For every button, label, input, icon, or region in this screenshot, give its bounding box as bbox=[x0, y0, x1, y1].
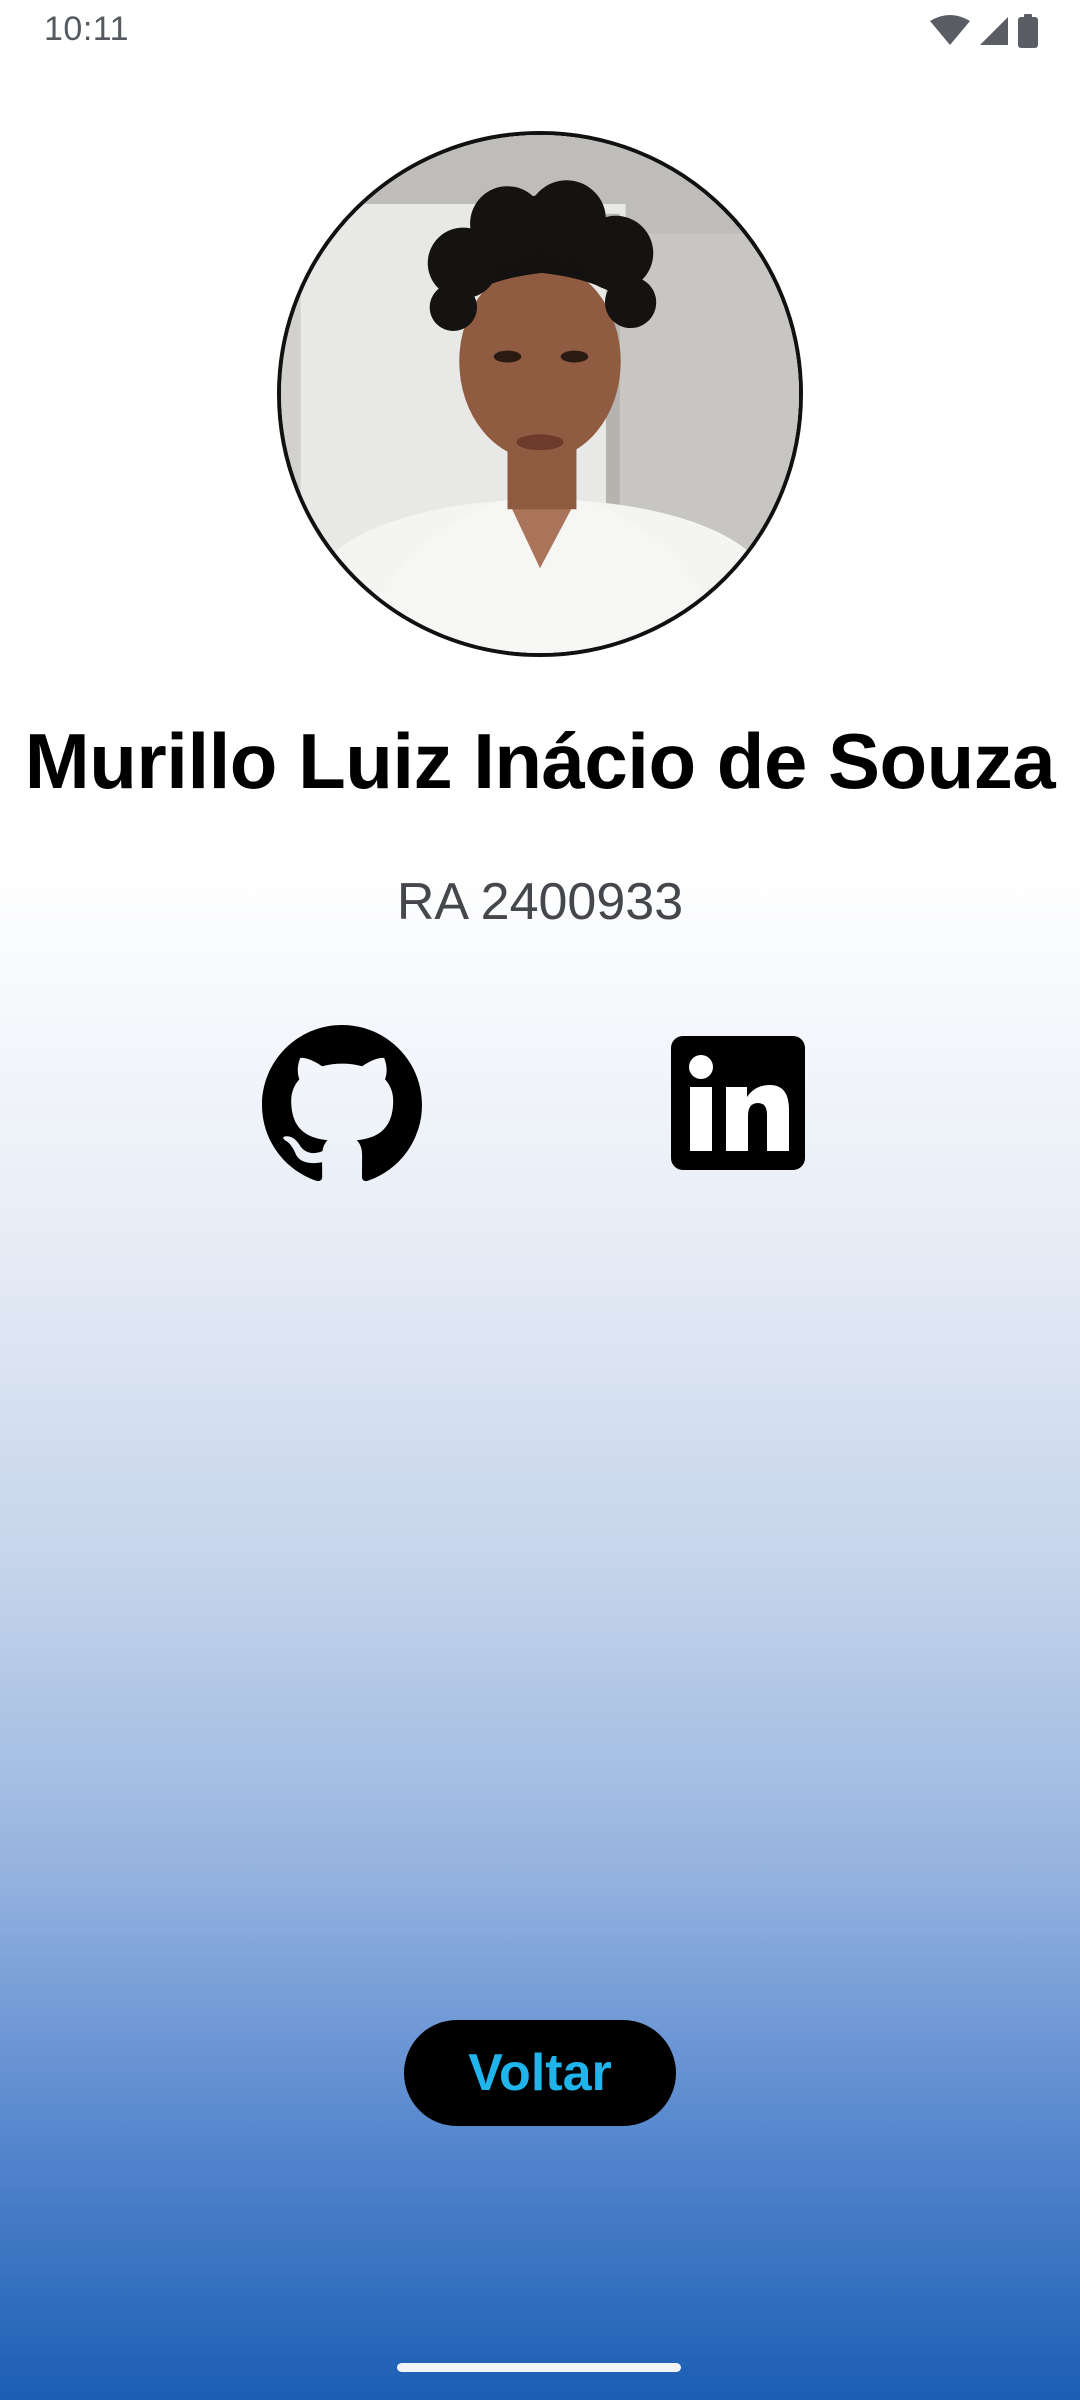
back-button[interactable]: Voltar bbox=[404, 2020, 676, 2126]
wifi-icon bbox=[930, 15, 970, 47]
github-icon bbox=[262, 1025, 422, 1185]
linkedin-link[interactable] bbox=[671, 1036, 805, 1170]
status-icons bbox=[930, 14, 1038, 48]
cellular-signal-icon bbox=[978, 15, 1010, 47]
battery-icon bbox=[1018, 14, 1038, 48]
profile-photo bbox=[277, 131, 803, 657]
home-indicator[interactable] bbox=[397, 2363, 681, 2372]
linkedin-icon bbox=[671, 1036, 805, 1170]
github-link[interactable] bbox=[262, 1025, 422, 1185]
profile-photo-illustration bbox=[281, 135, 799, 653]
status-time: 10:11 bbox=[44, 10, 130, 48]
status-bar: 10:11 bbox=[0, 0, 1080, 64]
profile-ra: RA 2400933 bbox=[396, 873, 684, 931]
profile-name: Murillo Luiz Inácio de Souza bbox=[24, 717, 1056, 805]
